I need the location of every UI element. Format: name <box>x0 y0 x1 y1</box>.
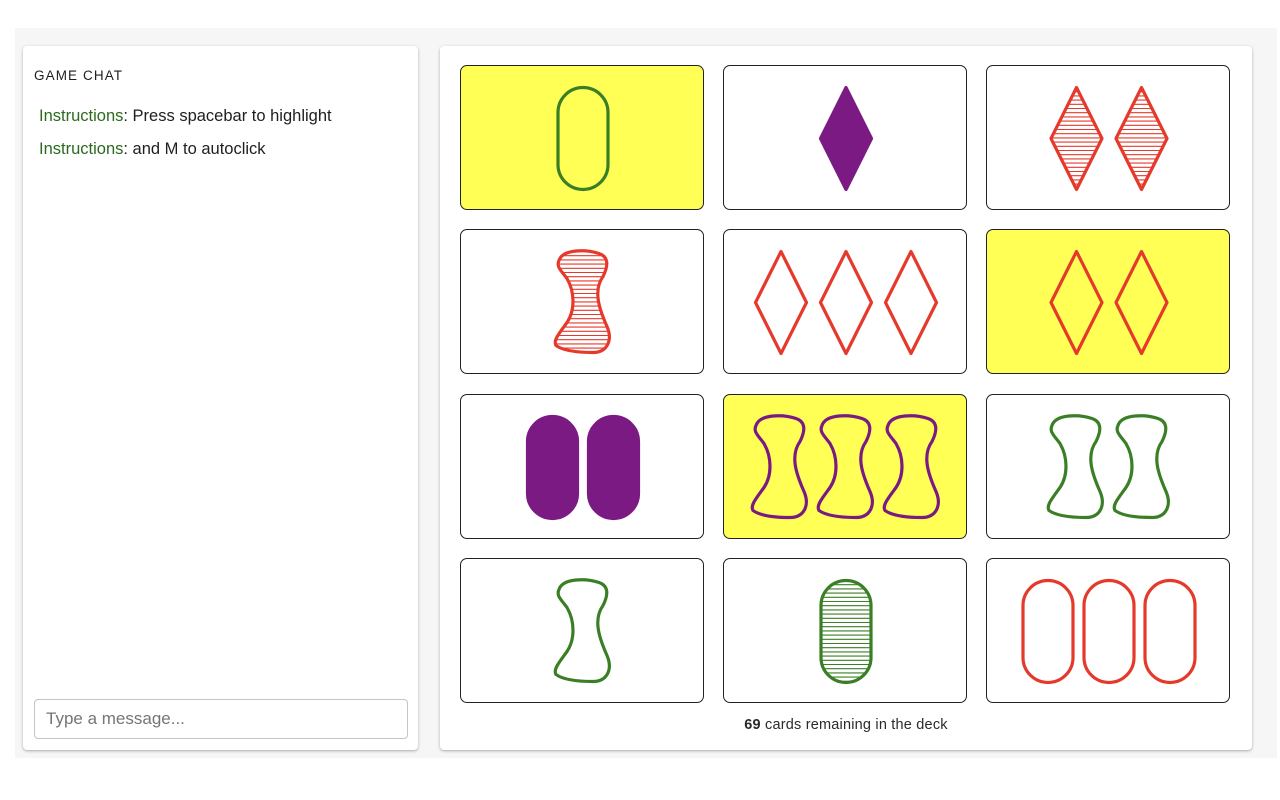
deck-remaining-count: 69 <box>744 717 761 733</box>
chat-message-user: Instructions <box>39 107 124 125</box>
set-card[interactable] <box>460 229 704 374</box>
diamond-symbol <box>883 249 939 356</box>
oval-symbol <box>1143 578 1197 685</box>
chat-message-user: Instructions <box>39 140 124 158</box>
set-card[interactable] <box>986 229 1230 374</box>
deck-counter: 69 cards remaining in the deck <box>440 717 1252 733</box>
set-card[interactable] <box>723 65 967 210</box>
set-card[interactable] <box>986 65 1230 210</box>
set-card[interactable] <box>986 558 1230 703</box>
chat-title: GAME CHAT <box>34 68 124 83</box>
diamond-symbol <box>818 85 874 192</box>
squiggle-symbol <box>1112 414 1170 520</box>
chat-message-text: Press spacebar to highlight <box>127 107 332 125</box>
oval-symbol <box>1021 578 1075 685</box>
diamond-symbol <box>818 249 874 356</box>
squiggle-symbol <box>816 414 874 520</box>
oval-symbol <box>525 414 580 521</box>
diamond-symbol <box>1114 249 1169 356</box>
chat-panel: GAME CHAT Instructions: Press spacebar t… <box>23 46 418 750</box>
squiggle-symbol <box>1046 414 1104 520</box>
set-card[interactable] <box>723 558 967 703</box>
card-symbols <box>753 249 939 356</box>
deck-remaining-label: cards remaining in the deck <box>760 717 948 733</box>
card-symbols <box>1049 85 1169 192</box>
squiggle-symbol <box>750 414 808 520</box>
game-board: 69 cards remaining in the deck <box>440 46 1252 750</box>
oval-symbol <box>586 414 641 521</box>
diamond-symbol <box>1049 85 1104 192</box>
card-symbols <box>525 414 641 521</box>
diamond-symbol <box>753 249 809 356</box>
card-symbols <box>750 414 940 520</box>
card-symbols <box>553 249 611 355</box>
chat-message: Instructions: and M to autoclick <box>39 133 408 166</box>
chat-message-text: and M to autoclick <box>127 140 266 158</box>
card-symbols <box>1049 249 1169 356</box>
card-symbols <box>1046 414 1170 520</box>
oval-symbol <box>556 85 610 192</box>
card-symbols <box>553 578 611 684</box>
oval-symbol <box>1082 578 1136 685</box>
set-card[interactable] <box>986 394 1230 539</box>
squiggle-symbol <box>553 249 611 355</box>
oval-symbol <box>819 578 873 685</box>
card-symbols <box>556 85 610 192</box>
diamond-symbol <box>1114 85 1169 192</box>
card-symbols <box>1021 578 1197 685</box>
set-card[interactable] <box>460 65 704 210</box>
set-card[interactable] <box>460 558 704 703</box>
set-card[interactable] <box>723 229 967 374</box>
chat-message-input[interactable] <box>34 699 408 739</box>
squiggle-symbol <box>882 414 940 520</box>
chat-message: Instructions: Press spacebar to highligh… <box>39 100 408 133</box>
set-card[interactable] <box>723 394 967 539</box>
squiggle-symbol <box>553 578 611 684</box>
chat-message-list: Instructions: Press spacebar to highligh… <box>39 100 408 166</box>
diamond-symbol <box>1049 249 1104 356</box>
card-symbols <box>818 85 874 192</box>
set-card[interactable] <box>460 394 704 539</box>
card-symbols <box>819 578 873 685</box>
